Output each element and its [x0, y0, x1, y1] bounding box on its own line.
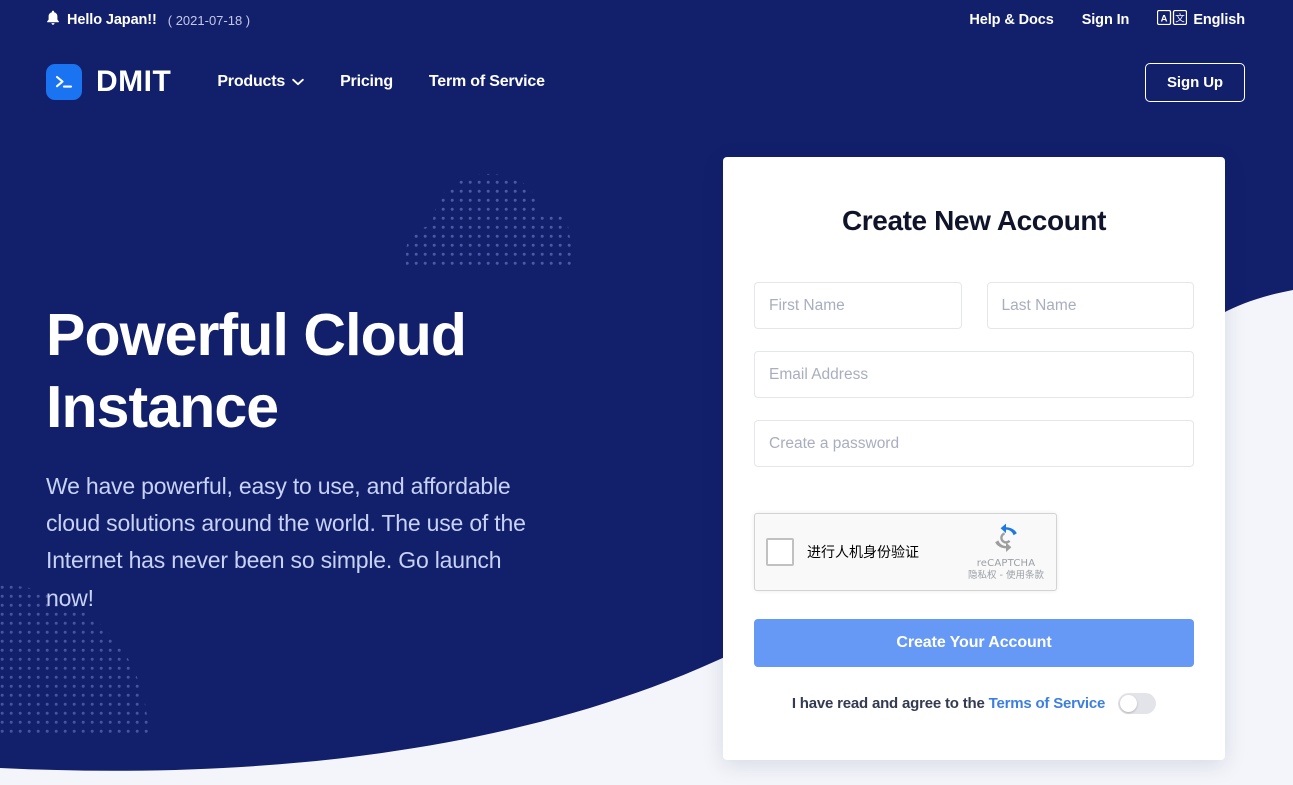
nav-links: Products Pricing Term of Service: [217, 73, 545, 91]
translate-icon: A 文: [1157, 9, 1188, 30]
announcement-date: ( 2021-07-18 ): [167, 12, 251, 28]
nav-item-pricing[interactable]: Pricing: [340, 73, 393, 91]
announcement-banner: Hello Japan!! ( 2021-07-18 ): [46, 10, 250, 31]
recaptcha-checkbox[interactable]: [766, 538, 794, 566]
nav-item-products[interactable]: Products: [217, 73, 304, 91]
language-selector[interactable]: A 文 English: [1157, 9, 1245, 30]
create-your-account-button[interactable]: Create Your Account: [754, 619, 1194, 667]
language-label: English: [1193, 12, 1245, 28]
name-field-row: [754, 282, 1194, 329]
terminal-prompt-icon: [46, 64, 82, 100]
terms-agreement-row: I have read and agree to the Terms of Se…: [754, 693, 1194, 714]
svg-text:A: A: [1161, 13, 1168, 24]
nav-item-term-of-service[interactable]: Term of Service: [429, 73, 545, 91]
terms-agreement-prefix: I have read and agree to the: [791, 695, 985, 712]
terms-agreement-text: I have read and agree to the Terms of Se…: [791, 695, 1106, 712]
terms-agreement-toggle[interactable]: [1118, 693, 1157, 714]
terms-of-service-link[interactable]: Terms of Service: [989, 695, 1106, 712]
hero-section: Powerful Cloud Instance We have powerful…: [46, 300, 606, 617]
recaptcha-terms-text[interactable]: 隐私权 - 使用条款: [968, 571, 1044, 581]
recaptcha-label: 进行人机身份验证: [807, 545, 919, 561]
hero-title: Powerful Cloud Instance: [46, 302, 467, 440]
nav-item-products-label: Products: [217, 73, 286, 90]
sign-in-link[interactable]: Sign In: [1082, 12, 1130, 28]
create-account-card: Create New Account 进行人机身份验证 reCAPTCHA 隐私…: [723, 157, 1225, 760]
password-input[interactable]: [754, 420, 1194, 467]
hero-subtitle: We have powerful, easy to use, and affor…: [46, 472, 526, 611]
first-name-input[interactable]: [754, 282, 962, 329]
svg-text:文: 文: [1176, 13, 1186, 25]
recaptcha-branding: reCAPTCHA 隐私权 - 使用条款: [968, 523, 1044, 581]
brand-name: DMIT: [96, 65, 172, 98]
main-navigation-bar: DMIT Products Pricing Term of Service Si…: [0, 48, 1293, 116]
chevron-down-icon: [292, 73, 304, 91]
help-and-docs-link[interactable]: Help & Docs: [969, 12, 1053, 28]
last-name-input[interactable]: [986, 282, 1194, 329]
sign-up-button[interactable]: Sign Up: [1145, 62, 1245, 102]
email-input[interactable]: [754, 351, 1194, 398]
brand-logo-link[interactable]: DMIT: [46, 64, 171, 100]
bell-icon: [46, 10, 60, 31]
terms-toggle-knob: [1120, 695, 1138, 712]
card-title: Create New Account: [841, 205, 1107, 236]
top-utility-links: Help & Docs Sign In A 文 English: [969, 9, 1245, 30]
top-utility-bar: Hello Japan!! ( 2021-07-18 ) Help & Docs…: [0, 0, 1293, 40]
recaptcha-brand-name: reCAPTCHA: [976, 558, 1036, 570]
announcement-text: Hello Japan!!: [67, 12, 157, 28]
recaptcha-widget[interactable]: 进行人机身份验证 reCAPTCHA 隐私权 - 使用条款: [754, 513, 1057, 591]
recaptcha-logo-icon: [968, 523, 1044, 557]
